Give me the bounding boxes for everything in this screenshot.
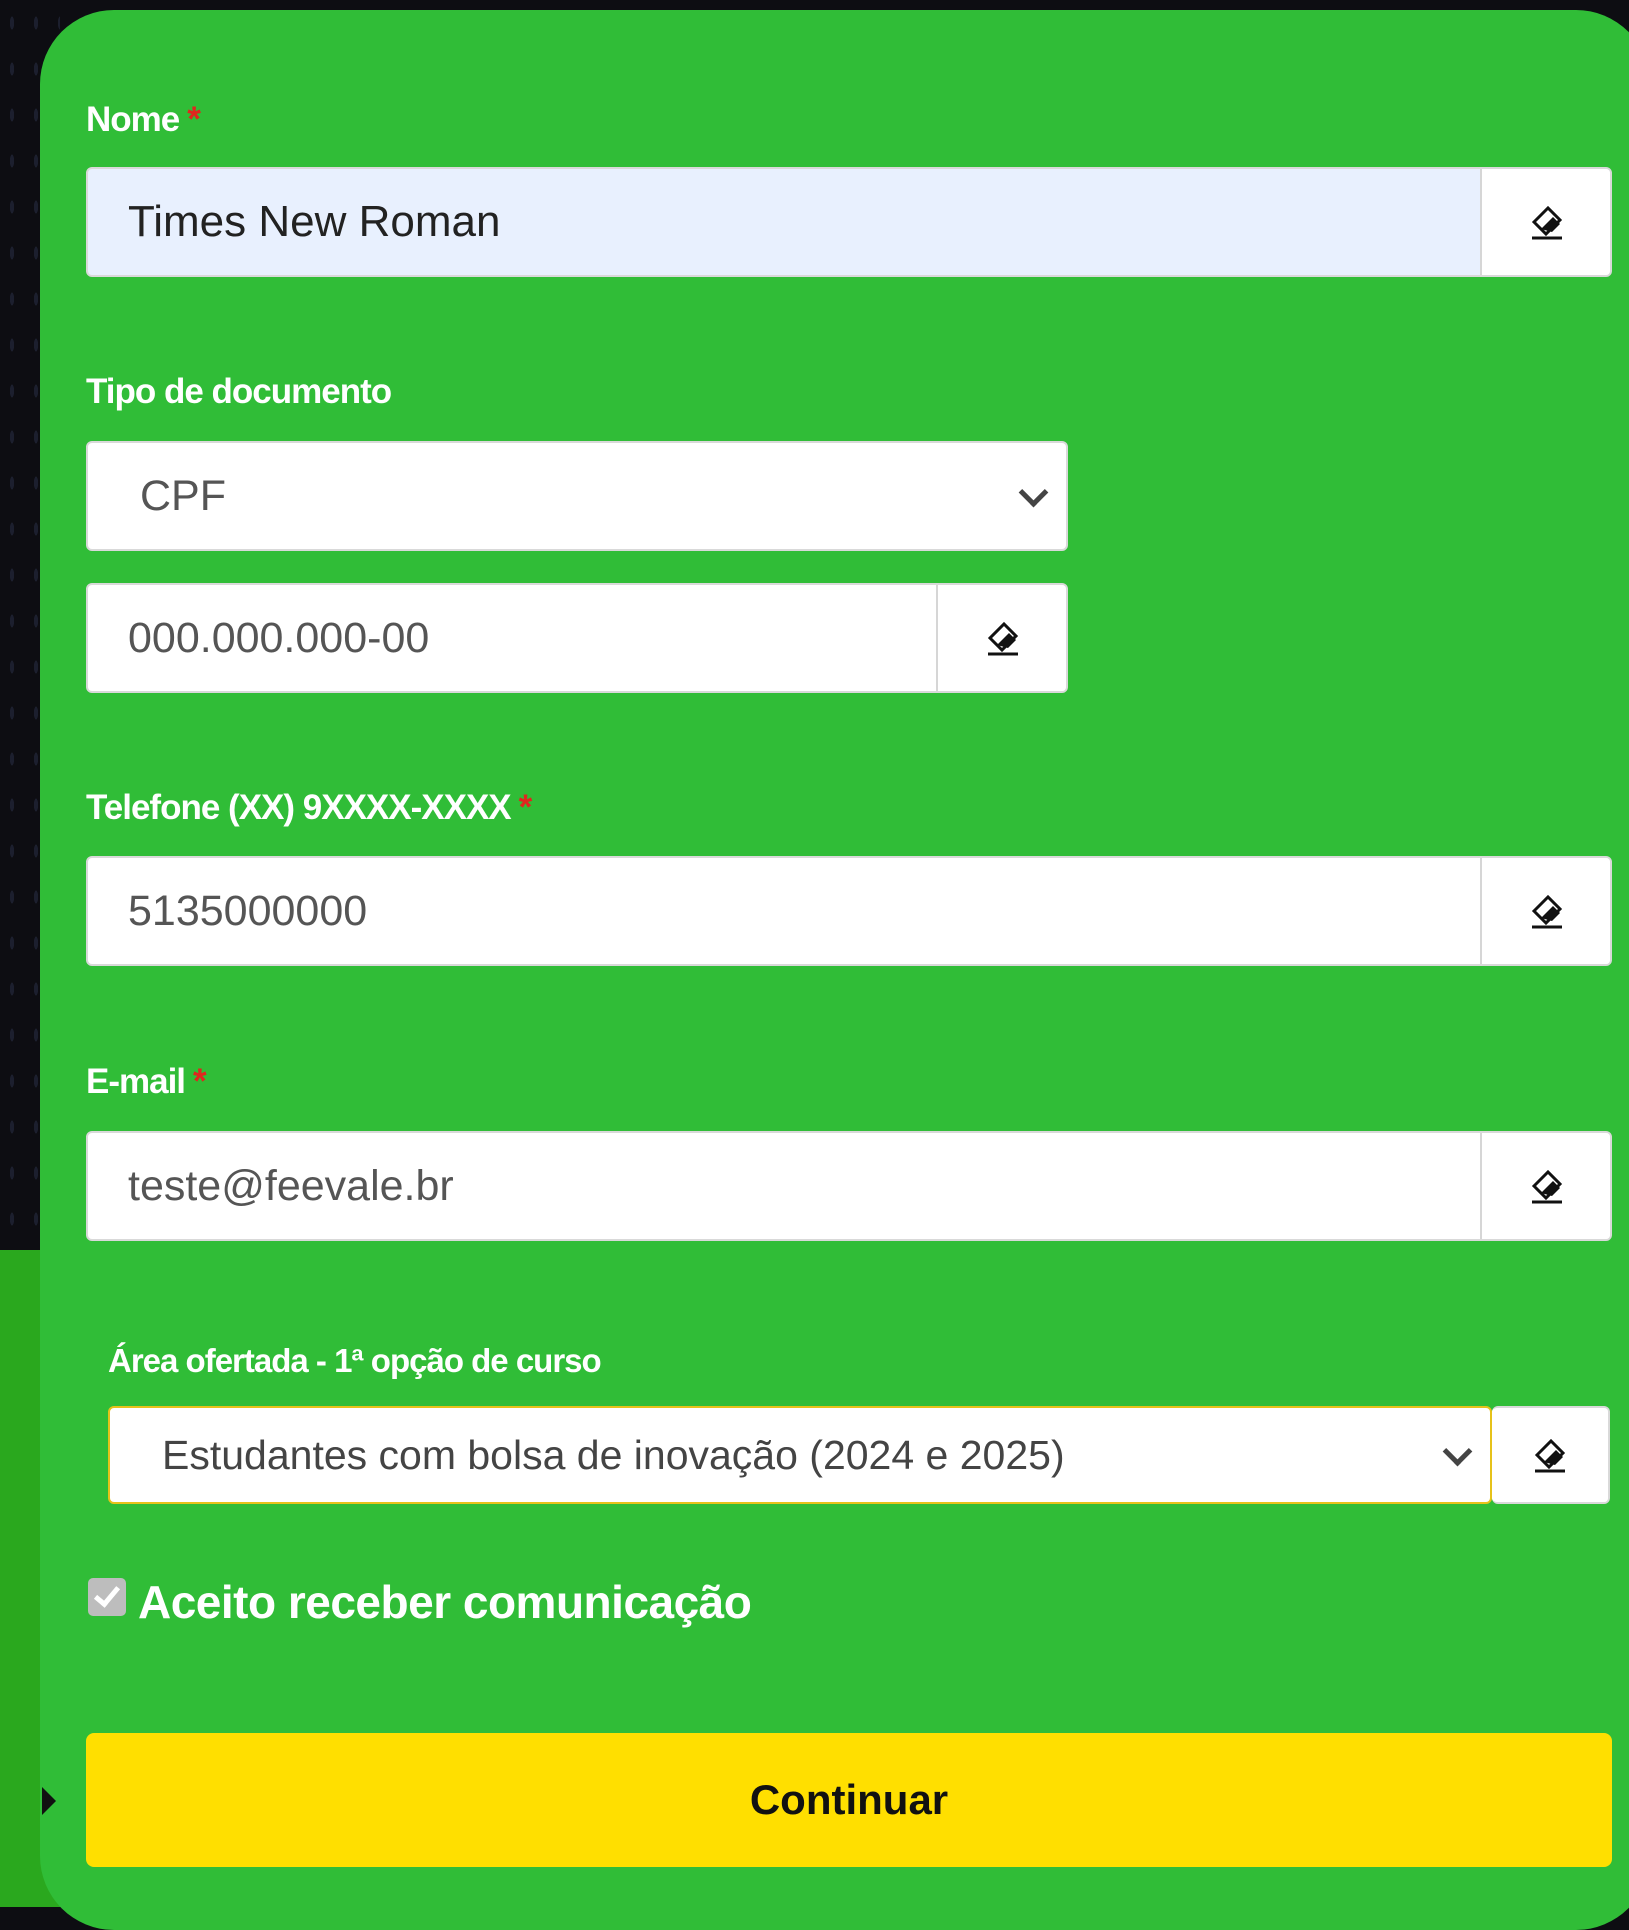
tipo-documento-select[interactable]: CPF [86,441,1068,551]
chevron-down-icon [1442,1436,1473,1467]
continuar-button[interactable]: Continuar [86,1733,1612,1867]
nome-label: Nome * [86,100,201,140]
area-clear-button[interactable] [1492,1408,1608,1502]
nome-clear-button[interactable] [1480,169,1610,275]
telefone-label-text: Telefone (XX) 9XXXX-XXXX [86,788,512,827]
nome-label-text: Nome [86,100,180,139]
telefone-clear-button[interactable] [1480,858,1610,964]
required-asterisk: * [518,788,533,827]
telefone-field [86,856,1612,966]
email-input[interactable] [88,1133,1484,1239]
required-asterisk: * [193,1062,207,1101]
documento-clear-button[interactable] [936,585,1066,691]
area-label: Área ofertada - 1ª opção de curso [108,1342,602,1379]
consent-checkbox[interactable] [88,1578,126,1616]
telefone-input[interactable] [88,858,1484,964]
email-field [86,1131,1612,1241]
eraser-icon [987,621,1019,656]
form-card [40,10,1629,1930]
consent-label[interactable]: Aceito receber comunicação [138,1575,752,1629]
email-clear-button[interactable] [1480,1133,1610,1239]
check-icon [93,1580,121,1608]
email-label: E-mail * [86,1062,207,1102]
tipo-documento-selected: CPF [140,471,226,520]
nome-input[interactable] [88,169,1484,275]
eraser-icon [1534,1438,1566,1473]
email-label-text: E-mail [86,1062,186,1101]
eraser-icon [1531,1169,1563,1204]
arrow-marker-icon [42,1787,56,1815]
telefone-label: Telefone (XX) 9XXXX-XXXX * [86,788,533,828]
documento-input[interactable] [88,585,940,691]
eraser-icon [1531,205,1563,240]
nome-field [86,167,1612,277]
area-selected: Estudantes com bolsa de inovação (2024 e… [162,1431,1065,1478]
tipo-documento-label: Tipo de documento [86,372,392,411]
documento-field [86,583,1068,693]
eraser-icon [1531,894,1563,929]
area-clear-field [1492,1406,1610,1504]
chevron-down-icon [1018,477,1049,508]
required-asterisk: * [187,100,201,139]
area-select[interactable]: Estudantes com bolsa de inovação (2024 e… [108,1406,1492,1504]
